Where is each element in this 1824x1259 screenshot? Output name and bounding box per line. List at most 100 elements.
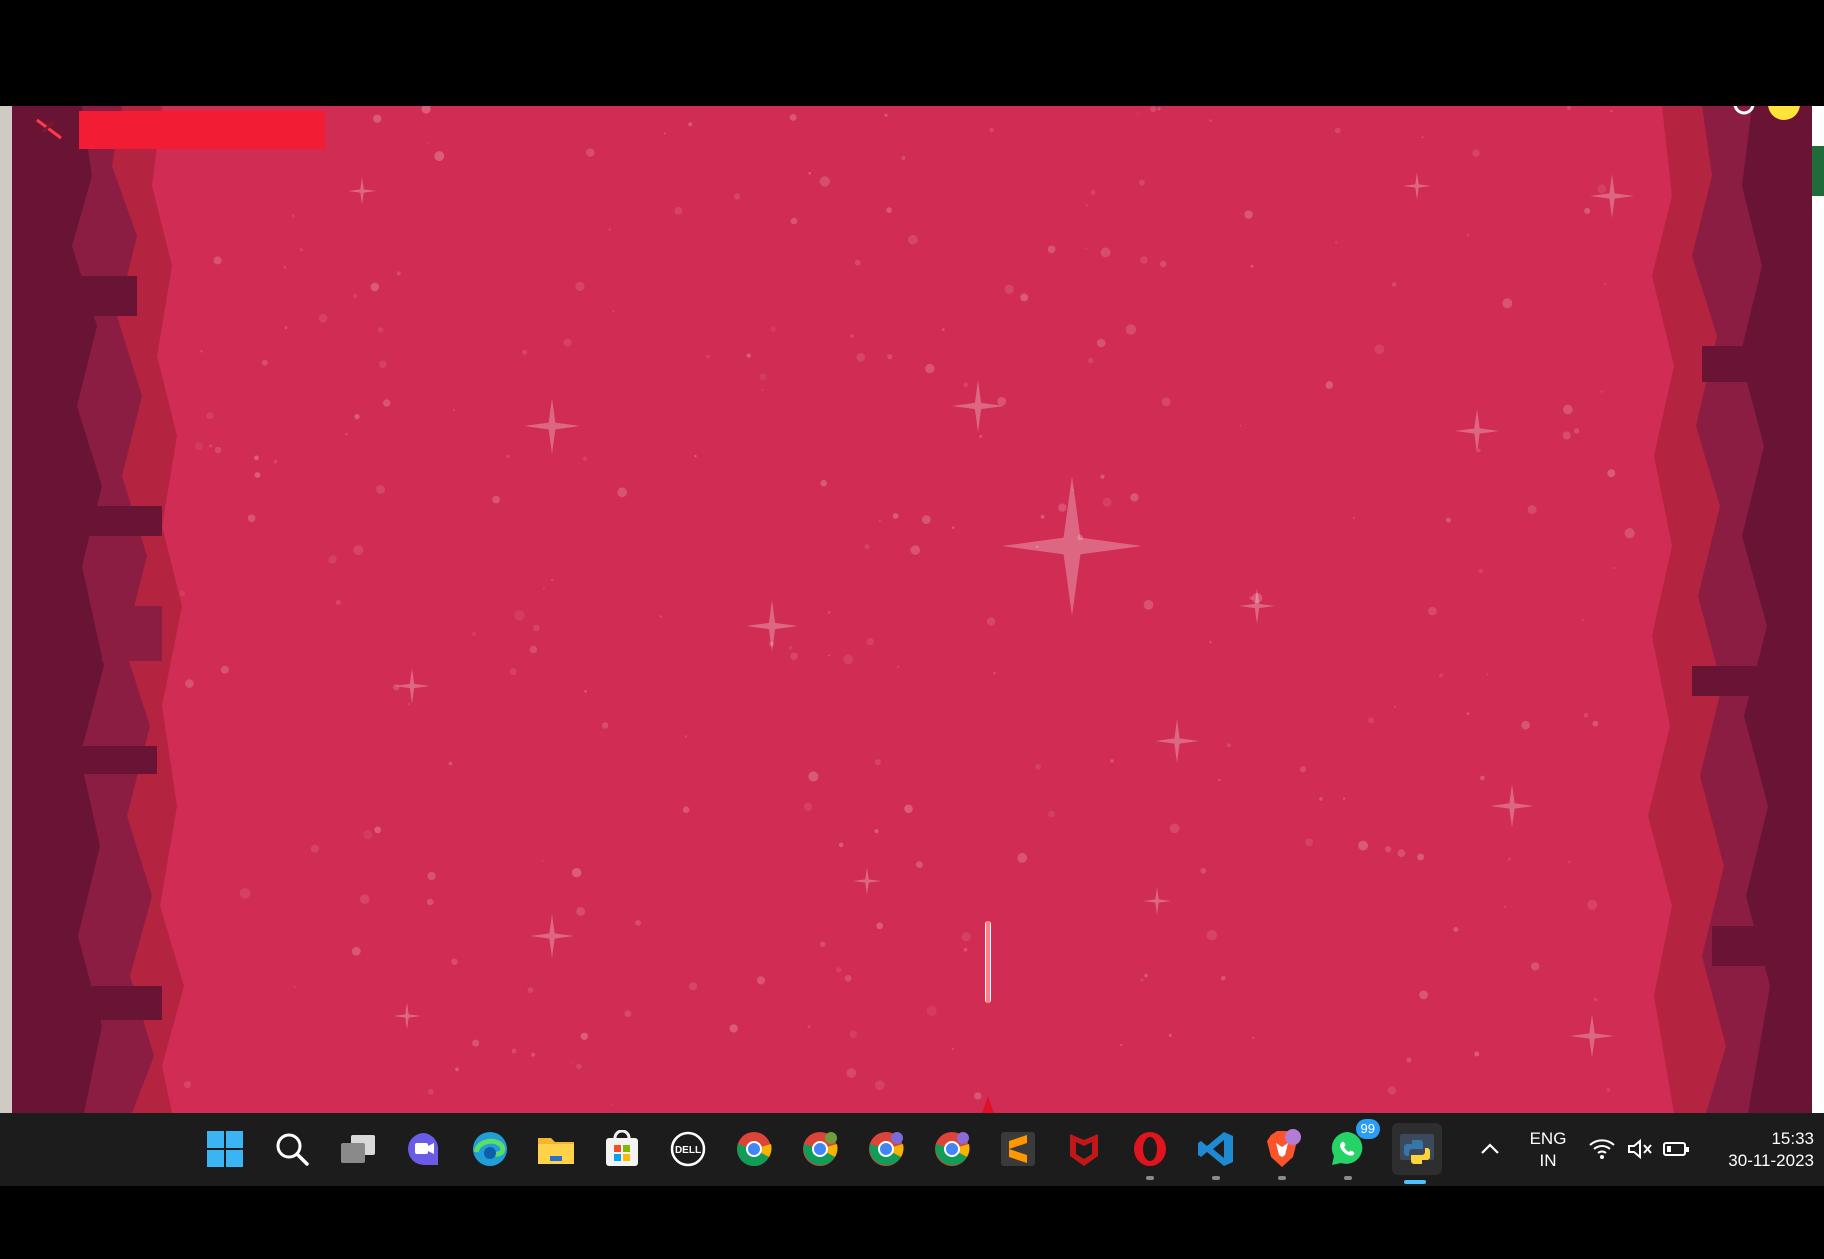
- star-dot: [879, 519, 881, 522]
- star-dot: [874, 1080, 885, 1091]
- star-dot: [866, 637, 874, 646]
- star-dot: [1610, 109, 1613, 113]
- star-dot: [310, 844, 319, 853]
- star-dot: [612, 310, 615, 313]
- star-dot: [746, 353, 751, 358]
- star-dot: [1624, 528, 1635, 539]
- star-dot: [1384, 846, 1392, 853]
- star-dot: [527, 987, 534, 993]
- star-dot: [892, 513, 899, 519]
- brave-icon[interactable]: [1260, 1127, 1304, 1180]
- microsoft-store-icon[interactable]: [600, 1127, 644, 1171]
- vscode-icon[interactable]: [1194, 1127, 1238, 1180]
- star-dot: [1305, 838, 1313, 847]
- star-dot: [828, 654, 830, 657]
- star-dot: [291, 214, 295, 218]
- star-dot: [904, 804, 913, 814]
- star-dot: [926, 1005, 937, 1016]
- star-dot: [770, 326, 776, 332]
- star-dot: [580, 1032, 588, 1040]
- star-dot: [428, 1088, 434, 1095]
- language-indicator[interactable]: ENG IN: [1520, 1128, 1576, 1172]
- star-dot: [584, 690, 587, 693]
- star-dot: [532, 624, 540, 632]
- star-dot: [299, 248, 303, 252]
- star-dot: [451, 958, 458, 965]
- star-dot: [1130, 493, 1139, 502]
- star-dot: [1040, 514, 1045, 519]
- battery-icon[interactable]: [1658, 1127, 1694, 1171]
- star-dot: [572, 868, 582, 878]
- star-dot: [908, 234, 918, 245]
- star-dot: [318, 313, 328, 323]
- star-dot: [854, 259, 861, 266]
- star-dot: [1480, 775, 1485, 781]
- background-window-left-edge: [0, 106, 12, 1113]
- star-dot: [1583, 712, 1589, 718]
- clock[interactable]: 15:33 30-11-2023: [1706, 1128, 1814, 1172]
- star-dot: [1406, 1057, 1412, 1063]
- star-dot: [373, 114, 382, 123]
- star-dot: [635, 920, 641, 926]
- star-dot: [1110, 759, 1114, 763]
- search-icon[interactable]: [270, 1127, 314, 1171]
- python-icon[interactable]: [1392, 1123, 1442, 1184]
- star-dot: [1169, 823, 1180, 834]
- star-dot: [1391, 282, 1397, 287]
- sublime-text-icon[interactable]: [996, 1127, 1040, 1171]
- star-dot: [808, 771, 819, 782]
- star-dot: [846, 1068, 857, 1078]
- opera-icon[interactable]: [1128, 1127, 1172, 1180]
- chrome-profile-icon[interactable]: [798, 1127, 842, 1171]
- star-dot: [1446, 517, 1451, 523]
- star-dot: [963, 382, 969, 388]
- star-dot: [1466, 233, 1470, 237]
- star-dot: [886, 207, 892, 213]
- teams-chat-icon[interactable]: [402, 1127, 446, 1171]
- mcafee-icon[interactable]: [1062, 1127, 1106, 1171]
- volume-muted-icon[interactable]: [1622, 1127, 1658, 1171]
- task-view-icon[interactable]: [336, 1127, 380, 1171]
- star-dot: [575, 281, 585, 291]
- star-dot: [434, 151, 445, 162]
- star-dot: [353, 545, 364, 556]
- star-dot: [1453, 927, 1459, 932]
- background-window-right-edge: [1812, 106, 1824, 1113]
- star-dot: [374, 826, 382, 834]
- show-hidden-icons-chevron-icon[interactable]: [1468, 1127, 1512, 1171]
- star-dot: [1428, 606, 1437, 616]
- star-dot: [844, 974, 852, 982]
- star-dot: [563, 338, 572, 347]
- star-dot: [1563, 404, 1573, 415]
- star-dot: [1531, 962, 1540, 971]
- star-dot: [1417, 853, 1424, 861]
- chrome-profile-icon[interactable]: [864, 1127, 908, 1171]
- game-window[interactable]: [12, 106, 1812, 1113]
- start-windows-icon[interactable]: [203, 1127, 247, 1171]
- chrome-profile-icon[interactable]: [930, 1127, 974, 1171]
- star-dot: [611, 1103, 613, 1106]
- star-dot: [377, 327, 384, 333]
- star-dot: [856, 353, 866, 362]
- star-dot: [1419, 990, 1428, 1000]
- star-dot: [1397, 849, 1406, 858]
- star-dot: [1239, 425, 1242, 427]
- star-dot: [942, 328, 945, 331]
- star-dot: [674, 206, 683, 215]
- file-explorer-icon[interactable]: [534, 1127, 578, 1171]
- chrome-icon[interactable]: [732, 1127, 776, 1171]
- star-dot: [370, 282, 380, 292]
- star-dot: [1157, 107, 1161, 111]
- wifi-icon[interactable]: [1584, 1127, 1620, 1171]
- star-dot: [522, 349, 527, 355]
- star-dot: [729, 1024, 738, 1033]
- dell-icon[interactable]: DELL: [666, 1127, 710, 1171]
- star-dot: [790, 217, 798, 225]
- whatsapp-icon[interactable]: 99: [1326, 1119, 1380, 1180]
- game-canvas[interactable]: [12, 106, 1812, 1113]
- edge-browser-icon[interactable]: [468, 1127, 512, 1171]
- star-dot: [1603, 282, 1607, 286]
- star-dot: [1394, 705, 1396, 708]
- star-dot: [283, 266, 287, 269]
- star-dot: [179, 590, 186, 597]
